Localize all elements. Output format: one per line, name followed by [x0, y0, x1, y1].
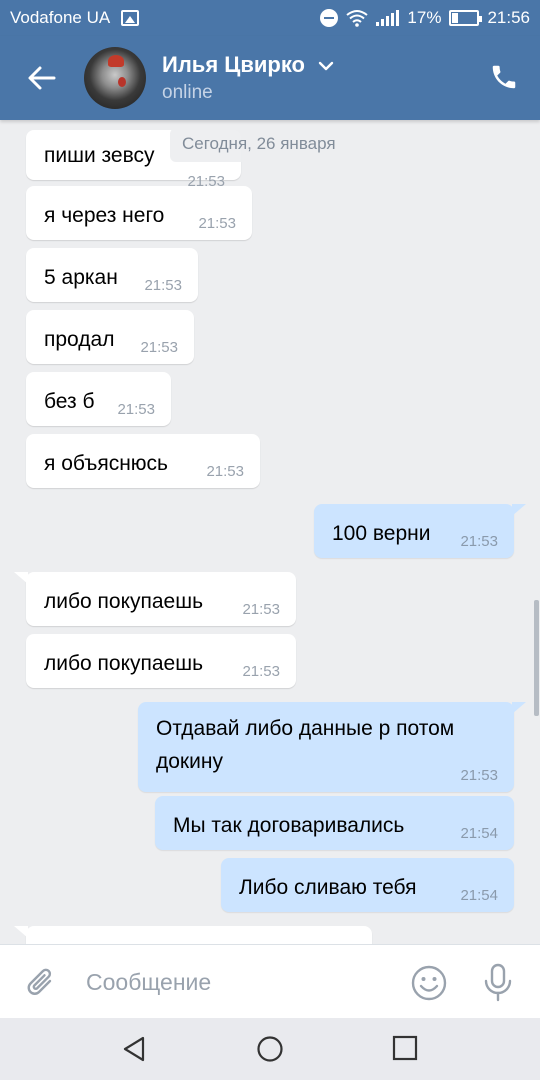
message-text: я объяснюсь [44, 452, 169, 475]
message-text: 100 верни [332, 522, 431, 545]
microphone-icon[interactable] [480, 962, 516, 1002]
phone-icon[interactable] [489, 62, 519, 92]
message-outgoing[interactable]: Отдавай либо данные р потом докину 21:53 [138, 702, 526, 792]
message-time: 21:53 [144, 277, 182, 294]
message-time: 21:53 [242, 663, 280, 680]
online-status: online [162, 82, 213, 103]
dnd-icon [320, 9, 339, 27]
signal-icon [376, 10, 400, 26]
message-outgoing[interactable]: Мы так договаривались 21:54 [155, 796, 514, 850]
message-time: 21:53 [140, 339, 178, 356]
message-time: 21:53 [460, 533, 498, 550]
message-input[interactable] [86, 963, 386, 1001]
message-text: пиши зевсу [44, 144, 155, 167]
message-text: Мы так договаривались [173, 814, 405, 837]
message-outgoing[interactable]: 100 верни 21:53 [314, 504, 526, 558]
scrollbar[interactable] [534, 600, 539, 716]
message-text: 5 аркан [44, 266, 118, 289]
message-time: 21:54 [460, 825, 498, 842]
message-time: 21:53 [460, 767, 498, 784]
message-text: либо покупаешь [44, 590, 204, 613]
carrier-name: Vodafone UA [10, 8, 111, 27]
message-time: 21:53 [198, 215, 236, 232]
nav-back-icon[interactable] [121, 1035, 149, 1063]
message-time: 21:53 [117, 401, 155, 418]
message-incoming[interactable]: либо покупаешь 21:53 [14, 572, 296, 626]
message-text: продал [44, 328, 115, 351]
message-text: либо покупаешь [44, 652, 204, 675]
message-outgoing[interactable]: Либо сливаю тебя 21:54 [221, 858, 514, 912]
message-incoming[interactable]: я объяснюсь 21:53 [26, 434, 260, 488]
message-time: 21:54 [460, 887, 498, 904]
message-incoming[interactable]: либо покупаешь 21:53 [26, 634, 296, 688]
message-incoming[interactable]: без б 21:53 [26, 372, 171, 426]
avatar[interactable] [84, 47, 146, 109]
chat-header: Илья Цвирко online [0, 36, 540, 120]
message-text: без б [44, 390, 95, 413]
chevron-down-icon[interactable] [318, 58, 334, 74]
message-incoming-partial[interactable] [14, 926, 372, 944]
clock: 21:56 [487, 8, 530, 27]
status-icons: 17% 21:56 [320, 8, 530, 28]
battery-icon [449, 10, 483, 26]
message-incoming[interactable]: продал 21:53 [26, 310, 194, 364]
contact-name[interactable]: Илья Цвирко [162, 52, 305, 78]
emoji-icon[interactable] [410, 964, 448, 1002]
message-incoming[interactable]: я через него 21:53 [26, 186, 252, 240]
nav-recent-apps-icon[interactable] [392, 1035, 418, 1061]
date-separator: Сегодня, 26 января [170, 128, 348, 162]
system-nav-bar [0, 1018, 540, 1080]
back-arrow-icon[interactable] [24, 60, 60, 96]
image-icon [121, 10, 139, 26]
message-text: я через него [44, 204, 165, 227]
message-text: Отдавай либо данные р потом докину [156, 717, 455, 773]
battery-percent: 17% [407, 8, 442, 27]
message-composer [0, 944, 540, 1018]
message-time: 21:53 [242, 601, 280, 618]
status-bar: Vodafone UA 17% 21:56 [0, 0, 540, 36]
message-incoming[interactable]: 5 аркан 21:53 [26, 248, 198, 302]
message-time: 21:53 [206, 463, 244, 480]
wifi-icon [346, 10, 369, 27]
nav-home-icon[interactable] [256, 1035, 284, 1063]
paperclip-icon[interactable] [24, 965, 60, 1001]
message-list[interactable]: Сегодня, 26 января пиши зевсу 21:53 я че… [0, 120, 540, 944]
message-text: Либо сливаю тебя [239, 876, 417, 899]
